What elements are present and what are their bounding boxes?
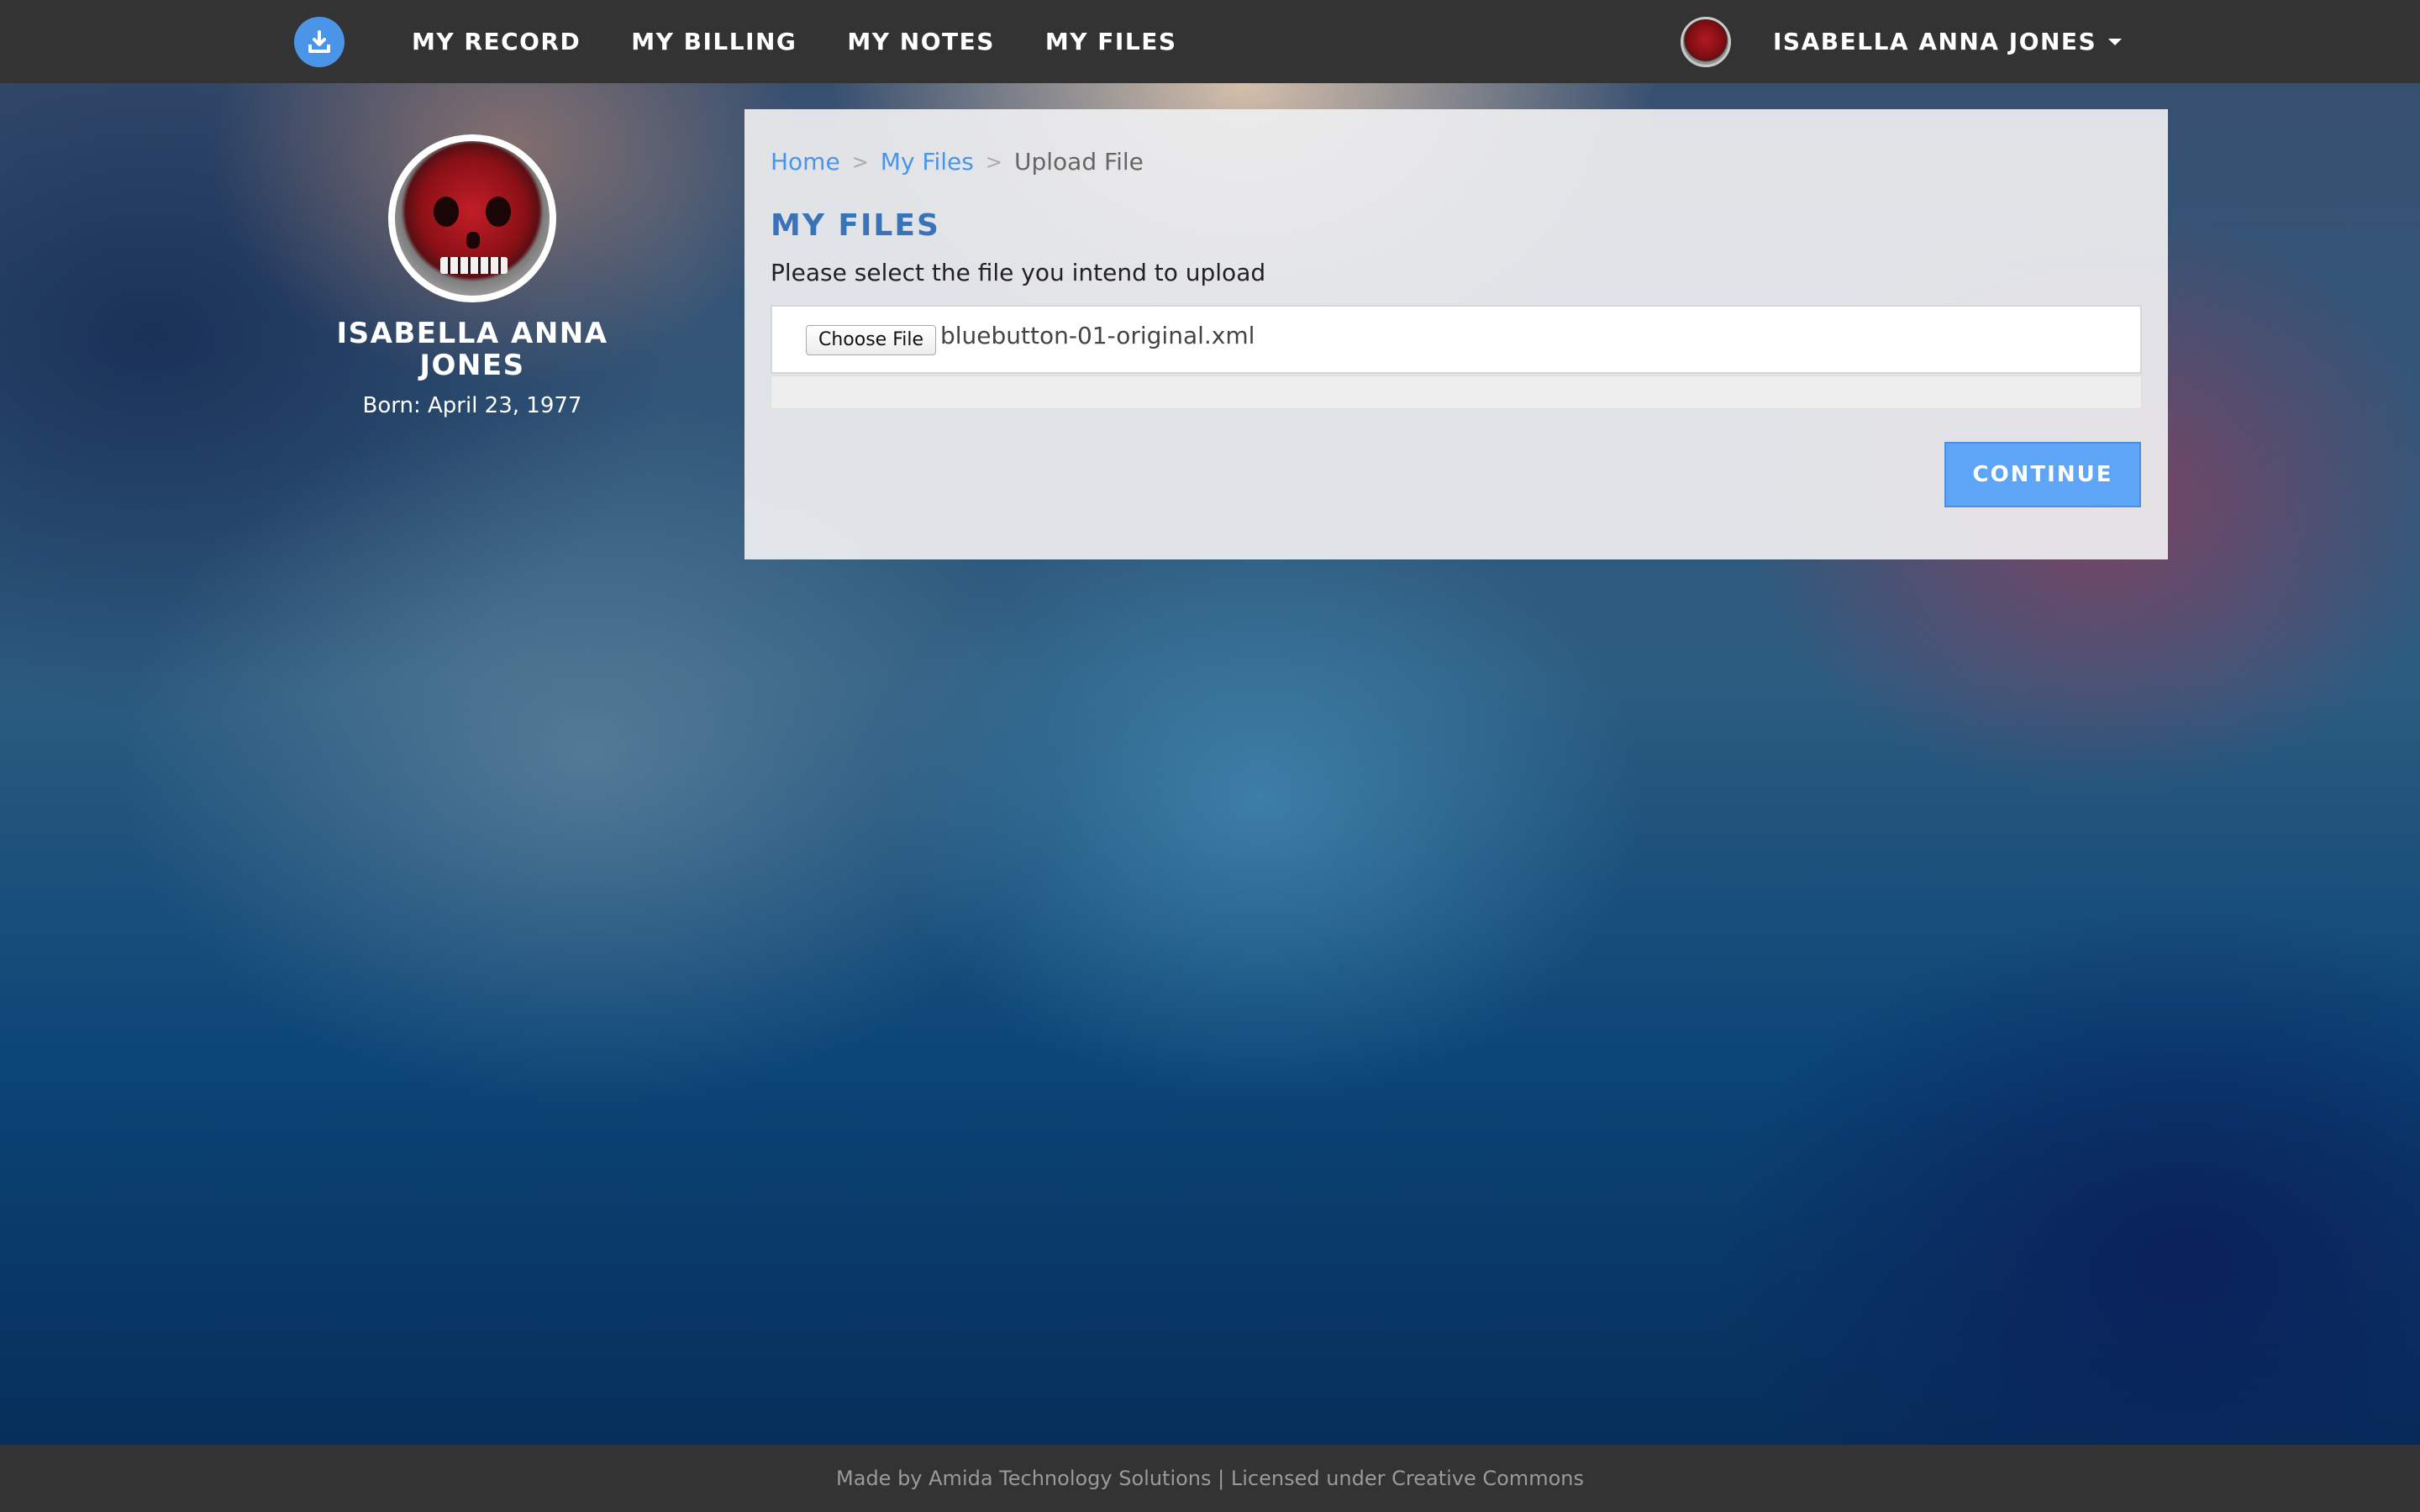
top-navbar: MY RECORD MY BILLING MY NOTES MY FILES I…: [0, 0, 2420, 83]
profile-birthdate: Born: April 23, 1977: [362, 393, 582, 418]
upload-progress-bar: [771, 375, 2142, 409]
choose-file-button[interactable]: Choose File: [806, 325, 937, 355]
nav-my-files[interactable]: MY FILES: [1045, 28, 1177, 55]
breadcrumb-current: Upload File: [1013, 148, 1144, 176]
continue-button[interactable]: CONTINUE: [1944, 442, 2141, 507]
breadcrumb-my-files[interactable]: My Files: [881, 148, 974, 176]
profile-avatar: [388, 134, 556, 302]
nav-my-notes[interactable]: MY NOTES: [847, 28, 995, 55]
caret-down-icon: [2108, 38, 2123, 45]
user-menu-name: ISABELLA ANNA JONES: [1773, 28, 2097, 55]
upload-panel: Home > My Files > Upload File MY FILES P…: [744, 109, 2168, 559]
upload-instructions: Please select the file you intend to upl…: [771, 259, 1266, 286]
file-input-field: Choose File bluebutton-01-original.xml: [771, 305, 2142, 374]
download-icon: [308, 30, 330, 53]
nav-my-billing[interactable]: MY BILLING: [631, 28, 797, 55]
profile-name: ISABELLA ANNA JONES: [336, 317, 608, 382]
breadcrumb-separator: >: [985, 150, 1002, 174]
main-nav: MY RECORD MY BILLING MY NOTES MY FILES: [412, 0, 1228, 83]
selected-file-name: bluebutton-01-original.xml: [940, 322, 1255, 349]
footer-credits: Made by Amida Technology Solutions | Lic…: [836, 1467, 1584, 1490]
breadcrumb-home[interactable]: Home: [771, 148, 840, 176]
breadcrumb-separator: >: [851, 150, 869, 174]
home-logo-button[interactable]: [294, 17, 345, 67]
user-avatar: [1681, 16, 1731, 67]
page-title: MY FILES: [771, 208, 940, 243]
nav-my-record[interactable]: MY RECORD: [412, 28, 581, 55]
breadcrumb: Home > My Files > Upload File: [771, 148, 1144, 176]
profile-card: ISABELLA ANNA JONES Born: April 23, 1977: [304, 134, 640, 418]
user-menu-dropdown[interactable]: ISABELLA ANNA JONES: [1681, 0, 2123, 83]
footer: Made by Amida Technology Solutions | Lic…: [0, 1445, 2420, 1512]
